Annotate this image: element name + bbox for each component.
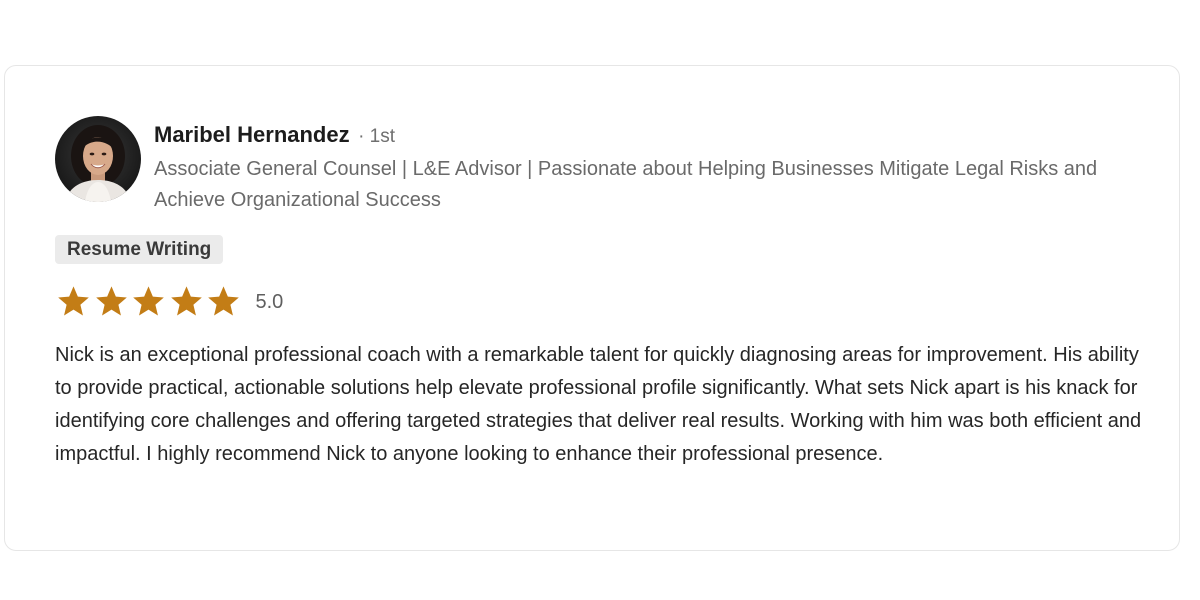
review-card: Maribel Hernandez · 1st Associate Genera… — [4, 65, 1180, 551]
connection-degree: · 1st — [358, 126, 396, 147]
star-icon — [130, 284, 167, 320]
rating-score: 5.0 — [255, 290, 284, 313]
star-icon — [93, 284, 130, 320]
reviewer-name[interactable]: Maribel Hernandez — [154, 122, 350, 147]
star-icon — [205, 284, 242, 320]
avatar-photo — [55, 116, 141, 202]
star-icon — [55, 284, 92, 320]
reviewer-name-row: Maribel Hernandez · 1st — [154, 121, 395, 152]
review-text: Nick is an exceptional professional coac… — [55, 344, 1142, 465]
reviewer-headline: Associate General Counsel | L&E Advisor … — [154, 158, 1098, 211]
service-tag: Resume Writing — [55, 235, 224, 264]
rating: 5.0 — [55, 282, 283, 322]
star-rating — [55, 284, 243, 320]
avatar[interactable] — [55, 116, 141, 202]
star-icon — [168, 284, 205, 320]
